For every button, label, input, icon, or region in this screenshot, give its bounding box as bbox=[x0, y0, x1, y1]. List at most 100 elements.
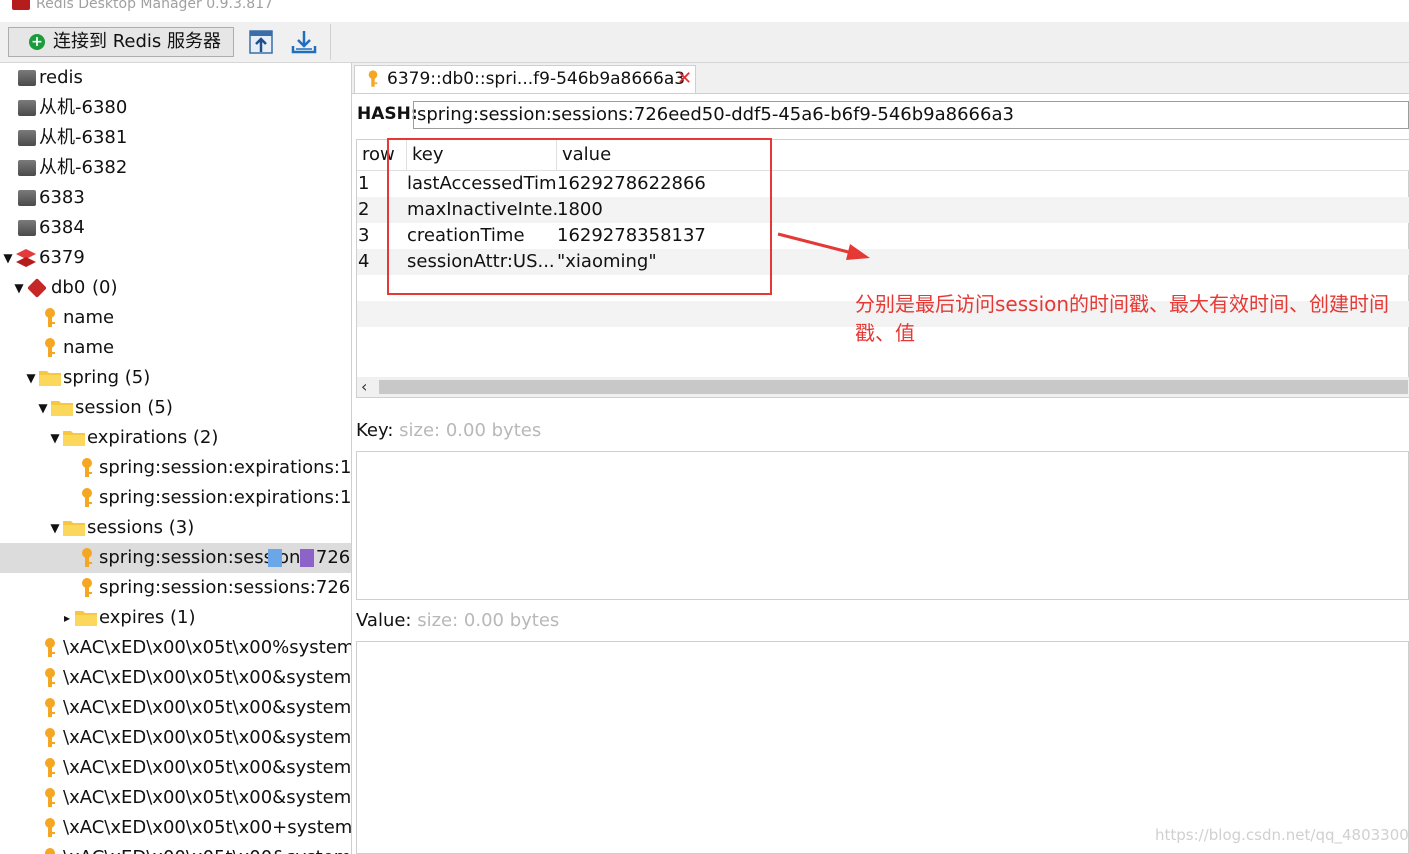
delete-icon[interactable] bbox=[300, 549, 314, 567]
tab-key-view[interactable]: 6379::db0::spri...f9-546b9a8666a3 ✕ bbox=[354, 65, 696, 93]
key-type-label: HASH: bbox=[357, 104, 418, 124]
close-icon[interactable]: ✕ bbox=[677, 66, 692, 92]
tree-key-binary[interactable]: \xAC\xED\x00\x05t\x00&systemUser bbox=[0, 663, 351, 693]
horizontal-scrollbar[interactable]: ‹ bbox=[357, 377, 1409, 397]
tree-server-label: 6379 bbox=[39, 247, 85, 268]
value-size: size: 0.00 bytes bbox=[417, 610, 560, 631]
server-icon bbox=[18, 220, 36, 236]
copy-icon[interactable] bbox=[268, 549, 282, 567]
tree-key-label: \xAC\xED\x00\x05t\x00&systemUser bbox=[63, 697, 352, 718]
toolbar-separator bbox=[330, 24, 331, 60]
key-label: Key: bbox=[356, 420, 394, 441]
tree-db0[interactable]: ▼ db0 (0) bbox=[0, 273, 351, 303]
tree-folder-expires[interactable]: ▸ expires (1) bbox=[0, 603, 351, 633]
tree-key-session[interactable]: spring:session:sessions:726ee bbox=[0, 573, 351, 603]
cell-row: 3 bbox=[358, 225, 370, 246]
tree-key-expiration[interactable]: spring:session:expirations:162 bbox=[0, 453, 351, 483]
key-section-label: Key: size: 0.00 bytes bbox=[356, 420, 541, 441]
collapsed-arrow-icon[interactable]: ▸ bbox=[61, 603, 73, 633]
tree-folder-label: session (5) bbox=[75, 397, 173, 418]
tree-folder-label: expires (1) bbox=[99, 607, 196, 628]
key-icon bbox=[45, 818, 55, 837]
import-icon[interactable] bbox=[247, 28, 275, 56]
key-text-area[interactable] bbox=[356, 451, 1409, 600]
tree-server-label: 从机-6382 bbox=[39, 157, 128, 178]
app-icon bbox=[12, 0, 30, 10]
scroll-left-icon[interactable]: ‹ bbox=[361, 377, 367, 397]
scrollbar-thumb[interactable] bbox=[379, 380, 1408, 394]
db-label: db0 bbox=[51, 277, 86, 298]
folder-icon bbox=[63, 521, 85, 536]
tab-bar: 6379::db0::spri...f9-546b9a8666a3 ✕ bbox=[352, 63, 1409, 94]
key-name-field[interactable]: spring:session:sessions:726eed50-ddf5-45… bbox=[413, 101, 1409, 129]
tree-key-binary[interactable]: \xAC\xED\x00\x05t\x00&systemUser bbox=[0, 693, 351, 723]
expanded-arrow-icon[interactable]: ▼ bbox=[13, 273, 25, 303]
tree-server-6380[interactable]: 从机-6380 bbox=[0, 93, 351, 123]
tree-key-binary[interactable]: \xAC\xED\x00\x05t\x00&systemUser bbox=[0, 723, 351, 753]
tree-key-binary[interactable]: \xAC\xED\x00\x05t\x00%systemUser bbox=[0, 633, 351, 663]
cell-row: 1 bbox=[358, 173, 370, 194]
tree-server-6382[interactable]: 从机-6382 bbox=[0, 153, 351, 183]
tree-key-label: \xAC\xED\x00\x05t\x00+systemUser bbox=[63, 817, 352, 838]
expanded-arrow-icon[interactable]: ▼ bbox=[49, 423, 61, 453]
expanded-arrow-icon[interactable]: ▼ bbox=[25, 363, 37, 393]
tree-server-6381[interactable]: 从机-6381 bbox=[0, 123, 351, 153]
cell-row: 4 bbox=[358, 251, 370, 272]
tree-server-6383[interactable]: 6383 bbox=[0, 183, 351, 213]
tree-folder-session[interactable]: ▼ session (5) bbox=[0, 393, 351, 423]
expanded-arrow-icon[interactable]: ▼ bbox=[37, 393, 49, 423]
tree-key-binary[interactable]: \xAC\xED\x00\x05t\x00&systemUser bbox=[0, 843, 351, 854]
tree-key-label: \xAC\xED\x00\x05t\x00%systemUser bbox=[63, 637, 352, 658]
tree-folder-label: expirations (2) bbox=[87, 427, 219, 448]
tree-folder-label: sessions (3) bbox=[87, 517, 195, 538]
tree-key-binary[interactable]: \xAC\xED\x00\x05t\x00&systemUser bbox=[0, 783, 351, 813]
tree-key-label: \xAC\xED\x00\x05t\x00&systemUser bbox=[63, 667, 352, 688]
tree-server-label: 从机-6381 bbox=[39, 127, 128, 148]
toolbar: + 连接到 Redis 服务器 bbox=[0, 22, 1409, 63]
tree-key-label: spring:session:sessions:726eed bbox=[99, 547, 351, 568]
expanded-arrow-icon[interactable]: ▼ bbox=[49, 513, 61, 543]
tree-folder-spring[interactable]: ▼ spring (5) bbox=[0, 363, 351, 393]
connect-server-button[interactable]: + 连接到 Redis 服务器 bbox=[8, 27, 234, 57]
tree-key-label: \xAC\xED\x00\x05t\x00&systemUser bbox=[63, 787, 352, 808]
annotation-highlight-box bbox=[387, 138, 772, 295]
server-icon bbox=[18, 190, 36, 206]
tree-server-6379[interactable]: ▼ 6379 bbox=[0, 243, 351, 273]
tree-folder-label: spring (5) bbox=[63, 367, 151, 388]
value-label: Value: bbox=[356, 610, 412, 631]
key-size: size: 0.00 bytes bbox=[399, 420, 542, 441]
db-count: (0) bbox=[92, 277, 118, 298]
key-icon bbox=[82, 458, 92, 477]
tree-server-6384[interactable]: 6384 bbox=[0, 213, 351, 243]
value-text-area[interactable] bbox=[356, 641, 1409, 854]
tree-key-expiration[interactable]: spring:session:expirations:162 bbox=[0, 483, 351, 513]
tree-folder-expirations[interactable]: ▼ expirations (2) bbox=[0, 423, 351, 453]
tree-key-label: spring:session:sessions:726ee bbox=[99, 577, 352, 598]
folder-icon bbox=[51, 401, 73, 416]
tree-server-label: 6384 bbox=[39, 217, 85, 238]
tree-key-name[interactable]: name bbox=[0, 303, 351, 333]
tree-key-session-selected[interactable]: spring:session:sessions:726eed bbox=[0, 543, 351, 573]
export-icon[interactable] bbox=[290, 28, 318, 56]
tree-key-binary[interactable]: \xAC\xED\x00\x05t\x00+systemUser bbox=[0, 813, 351, 843]
tree-key-label: name bbox=[63, 337, 115, 358]
server-icon bbox=[18, 100, 36, 116]
cell-row: 2 bbox=[358, 199, 370, 220]
tree-server-label: 6383 bbox=[39, 187, 85, 208]
key-icon bbox=[82, 578, 92, 597]
key-icon bbox=[45, 698, 55, 717]
tree-key-binary[interactable]: \xAC\xED\x00\x05t\x00&systemUser bbox=[0, 753, 351, 783]
value-section-label: Value: size: 0.00 bytes bbox=[356, 610, 559, 631]
server-icon bbox=[18, 70, 36, 86]
title-bar: Redis Desktop Manager 0.9.3.817 bbox=[0, 0, 1409, 22]
tree-key-name[interactable]: name bbox=[0, 333, 351, 363]
tree-server-label: 从机-6380 bbox=[39, 97, 128, 118]
tree-key-label: spring:session:expirations:162 bbox=[99, 457, 352, 478]
folder-icon bbox=[39, 371, 61, 386]
tree-server-redis[interactable]: redis bbox=[0, 63, 351, 93]
server-icon bbox=[18, 130, 36, 146]
expanded-arrow-icon[interactable]: ▼ bbox=[2, 243, 14, 273]
key-icon bbox=[45, 638, 55, 657]
tree-folder-sessions[interactable]: ▼ sessions (3) bbox=[0, 513, 351, 543]
key-icon bbox=[45, 668, 55, 687]
